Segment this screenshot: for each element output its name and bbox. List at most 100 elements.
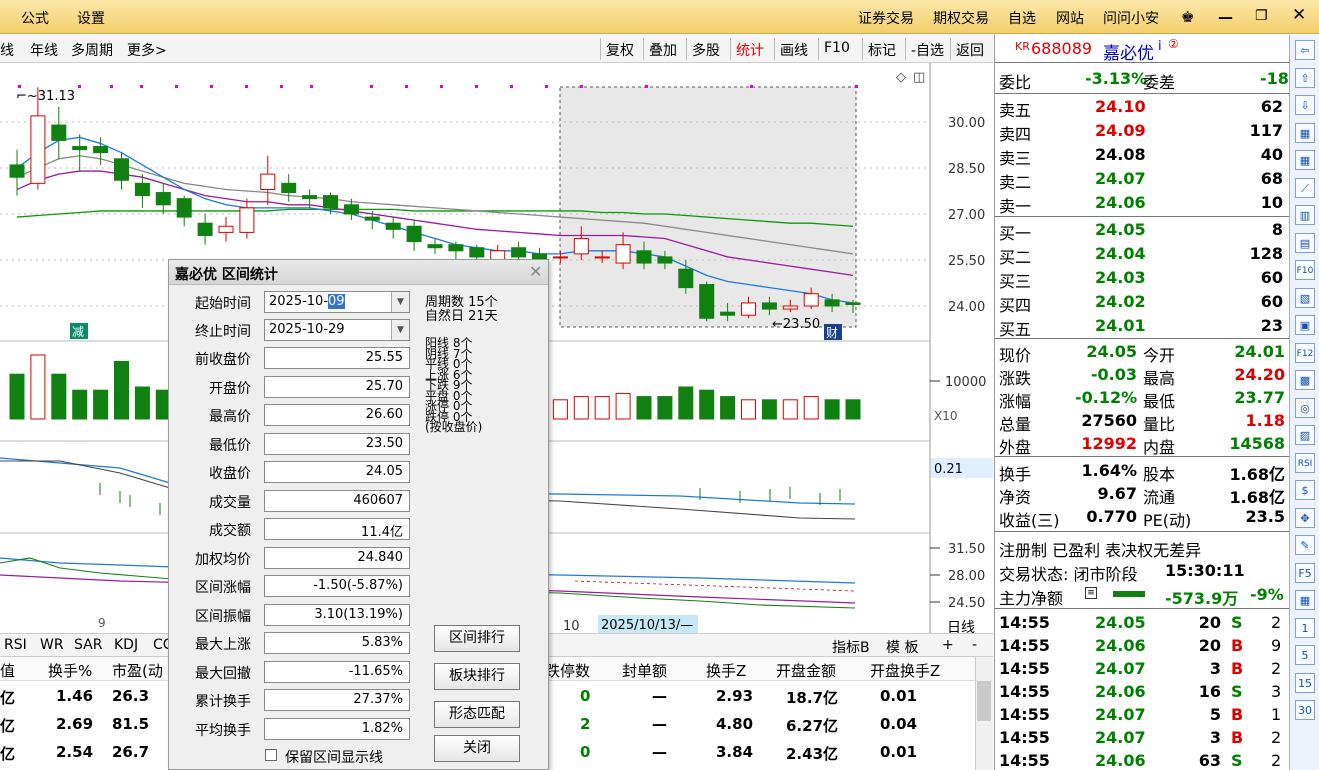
table-header-cell[interactable]: 开盘换手Z xyxy=(870,660,940,681)
btn-f10[interactable]: F10 xyxy=(818,38,855,60)
btn-plus[interactable]: + xyxy=(942,637,954,653)
candle-body[interactable] xyxy=(803,293,819,307)
candle-body[interactable] xyxy=(448,244,464,252)
field-value[interactable]: 25.70 xyxy=(264,375,410,398)
btn-statistics[interactable]: 统计 xyxy=(730,38,769,60)
candle-body[interactable] xyxy=(51,124,67,141)
field-value[interactable]: 3.10(13.19%) xyxy=(264,603,410,626)
side-tool-icon[interactable]: 5 xyxy=(1295,645,1315,665)
tab-kdj[interactable]: KDJ xyxy=(114,637,138,653)
chevron-down-icon[interactable]: ▼ xyxy=(391,292,409,312)
candle-body[interactable] xyxy=(260,173,276,190)
candle-body[interactable] xyxy=(155,192,171,206)
side-tool-icon[interactable]: F10 xyxy=(1295,260,1315,280)
btn-mark[interactable]: 标记 xyxy=(862,38,901,60)
candle-body[interactable] xyxy=(678,268,694,289)
candle-body[interactable] xyxy=(197,222,213,236)
menu-ask-assistant[interactable]: 问问小安 xyxy=(1103,8,1159,28)
field-value[interactable]: 26.60 xyxy=(264,404,410,426)
candle-body[interactable] xyxy=(594,256,610,259)
side-tool-icon[interactable]: ▧ xyxy=(1295,287,1315,308)
side-tool-icon[interactable]: ⇩ xyxy=(1295,95,1315,115)
field-value[interactable]: -11.65% xyxy=(264,660,410,683)
side-tool-icon[interactable]: 15 xyxy=(1295,672,1315,693)
candle-body[interactable] xyxy=(302,195,318,200)
candle-body[interactable] xyxy=(72,146,88,151)
btn-back[interactable]: 返回 xyxy=(950,38,989,60)
range-rank-button[interactable]: 区间排行 xyxy=(434,625,520,652)
side-tool-icon[interactable]: ⇦ xyxy=(1295,40,1315,60)
table-header-cell[interactable]: 封单额 xyxy=(622,660,667,681)
side-tool-icon[interactable]: ▦ xyxy=(1295,150,1315,170)
close-icon[interactable]: ✕ xyxy=(1292,5,1306,25)
field-value[interactable]: 11.4亿 xyxy=(264,518,410,540)
candle-body[interactable] xyxy=(406,225,422,243)
chevron-down-icon[interactable]: ▼ xyxy=(391,320,409,340)
side-tool-icon[interactable]: ✎ xyxy=(1295,535,1315,555)
candle-body[interactable] xyxy=(30,115,46,184)
side-tool-icon[interactable]: F12 xyxy=(1295,342,1315,363)
candle-body[interactable] xyxy=(239,207,255,233)
candle-body[interactable] xyxy=(134,182,150,197)
side-tool-icon[interactable]: ◎ xyxy=(1295,397,1315,418)
menu-settings[interactable]: 设置 xyxy=(77,8,105,28)
field-value[interactable]: 24.840 xyxy=(264,546,410,569)
side-tool-icon[interactable]: ⇧ xyxy=(1295,67,1315,88)
candle-body[interactable] xyxy=(281,182,297,194)
field-value[interactable]: -1.50(-5.87%) xyxy=(264,575,410,597)
side-tool-icon[interactable]: ▣ xyxy=(1295,315,1315,335)
btn-template[interactable]: 模 板 xyxy=(886,637,918,657)
btn-overlay[interactable]: 叠加 xyxy=(643,38,682,60)
menu-securities-trade[interactable]: 证券交易 xyxy=(858,8,914,28)
candle-body[interactable] xyxy=(114,158,129,181)
candle-body[interactable] xyxy=(323,195,338,209)
candle-body[interactable] xyxy=(93,146,109,154)
table-header-cell[interactable]: 值 xyxy=(0,660,15,681)
side-tool-icon[interactable]: $ xyxy=(1295,480,1315,500)
panel-toggle-icon[interactable]: ◫ xyxy=(913,70,925,85)
candle-body[interactable] xyxy=(573,238,589,255)
candle-body[interactable] xyxy=(782,305,798,310)
stock-name[interactable]: 嘉必优 xyxy=(1103,39,1154,64)
side-tool-icon[interactable]: F5 xyxy=(1295,562,1315,583)
end-time-select[interactable]: 2025-10-29 ▼ xyxy=(264,319,410,341)
sector-rank-button[interactable]: 板块排行 xyxy=(434,663,520,690)
restore-icon[interactable]: ❐ xyxy=(1255,8,1268,24)
period-line[interactable]: 线 xyxy=(0,40,14,60)
list-icon[interactable]: ≡ xyxy=(1085,587,1097,599)
side-tool-icon[interactable]: ▥ xyxy=(1295,205,1315,225)
menu-options-trade[interactable]: 期权交易 xyxy=(933,8,989,28)
candle-body[interactable] xyxy=(385,222,401,230)
side-tool-icon[interactable]: 30 xyxy=(1295,700,1315,720)
btn-adjust[interactable]: 复权 xyxy=(600,38,639,60)
candle-body[interactable] xyxy=(552,256,568,259)
side-tool-icon[interactable]: ▨ xyxy=(1295,425,1315,445)
candle-body[interactable] xyxy=(657,256,673,264)
candle-body[interactable] xyxy=(845,302,861,305)
candle-body[interactable] xyxy=(469,247,485,258)
side-tool-icon[interactable]: ▤ xyxy=(1295,232,1315,253)
btn-remove-watch[interactable]: -自选 xyxy=(905,38,949,60)
table-header-cell[interactable]: 换手% xyxy=(48,660,92,681)
side-tool-icon[interactable]: 1 xyxy=(1295,617,1315,638)
tab-sar[interactable]: SAR xyxy=(74,637,102,653)
start-time-select[interactable]: 2025-10-09 ▼ xyxy=(264,291,410,313)
pattern-match-button[interactable]: 形态匹配 xyxy=(434,701,520,728)
menu-watchlist[interactable]: 自选 xyxy=(1008,8,1036,28)
dialog-close-icon[interactable]: ✕ xyxy=(529,262,542,281)
scrollbar-thumb[interactable] xyxy=(977,681,991,721)
btn-indicator-b[interactable]: 指标B xyxy=(832,637,870,657)
field-value[interactable]: 1.82% xyxy=(264,717,410,740)
candle-body[interactable] xyxy=(741,302,756,316)
skin-icon[interactable]: ♚ xyxy=(1181,8,1194,26)
diamond-icon[interactable]: ◇ xyxy=(896,70,906,85)
candle-body[interactable] xyxy=(364,216,380,221)
field-value[interactable]: 25.55 xyxy=(264,347,410,369)
table-header-cell[interactable]: 开盘金额 xyxy=(776,660,836,681)
tab-rsi[interactable]: RSI xyxy=(4,637,27,653)
candle-body[interactable] xyxy=(761,302,777,310)
side-tool-icon[interactable]: ▦ xyxy=(1295,590,1315,610)
table-header-cell[interactable]: 市盈(动 xyxy=(112,660,163,681)
table-header-cell[interactable]: 跌停数 xyxy=(545,660,590,681)
side-tool-icon[interactable]: RSI xyxy=(1295,452,1315,473)
